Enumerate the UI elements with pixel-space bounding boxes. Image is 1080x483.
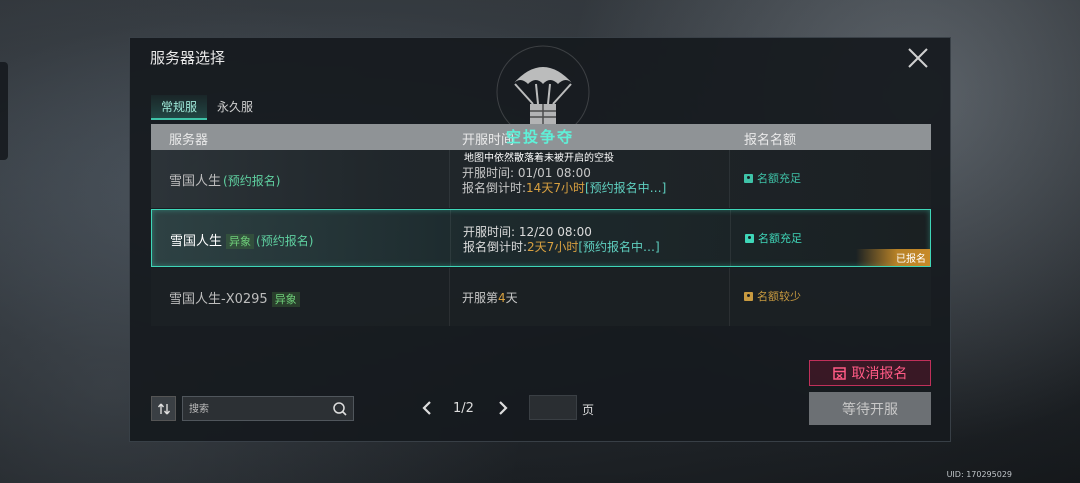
quota-cell: 名额充足 xyxy=(745,230,802,246)
countdown-line: 报名倒计时:2天7小时[预约报名中…] xyxy=(463,238,660,255)
quota-cell: 名额充足 xyxy=(744,170,801,186)
anomaly-tag: 异象 xyxy=(271,292,300,307)
countdown-status: [预约报名中…] xyxy=(578,240,660,254)
column-divider xyxy=(449,268,450,326)
server-name-cell: 雪国人生 异象 (预约报名) xyxy=(170,230,313,249)
search-field[interactable] xyxy=(182,396,354,421)
close-icon[interactable] xyxy=(906,46,930,70)
user-icon xyxy=(745,233,754,243)
search-input[interactable] xyxy=(189,401,329,417)
page-indicator: 1/2 xyxy=(453,401,474,416)
sort-icon xyxy=(157,403,170,414)
open-days-value: 4 xyxy=(498,291,506,305)
server-select-panel: 服务器选择 常规服 永久服 服务器 开服时间 报名名额 空投争夺 雪国人生 (预约… xyxy=(129,37,951,442)
table-row-selected[interactable]: 雪国人生 异象 (预约报名) 开服时间: 12/20 08:00 报名倒计时:2天7… xyxy=(151,209,931,267)
quota-text: 名额较少 xyxy=(757,290,801,303)
quota-cell: 名额较少 xyxy=(744,288,801,304)
user-icon xyxy=(744,173,753,183)
wait-open-button[interactable]: 等待开服 xyxy=(809,392,931,425)
event-description: 地图中依然散落着未被开启的空投 xyxy=(464,153,614,164)
user-id: UID: 170295029 xyxy=(946,470,1012,479)
countdown-value: 2天7小时 xyxy=(527,240,579,254)
countdown-label: 报名倒计时: xyxy=(463,240,528,254)
reserve-tag: (预约报名) xyxy=(256,234,314,248)
countdown-label: 报名倒计时: xyxy=(462,181,527,195)
countdown-status: [预约报名中…] xyxy=(584,181,667,195)
countdown-value: 14天7小时 xyxy=(526,181,585,195)
anomaly-tag: 异象 xyxy=(226,234,255,249)
quota-text: 名额充足 xyxy=(758,232,802,245)
cancel-label: 取消报名 xyxy=(851,366,908,382)
tab-regular[interactable]: 常规服 xyxy=(151,95,208,120)
server-type-tabs: 常规服 永久服 xyxy=(151,95,263,120)
header-quota: 报名名额 xyxy=(744,133,797,148)
server-name-cell: 雪国人生 (预约报名) xyxy=(169,170,280,189)
user-icon xyxy=(744,291,753,301)
server-name: 雪国人生 xyxy=(170,234,223,249)
event-title: 空投争夺 xyxy=(506,128,575,146)
column-divider xyxy=(729,150,730,208)
reserve-tag: (预约报名) xyxy=(223,174,281,188)
cancel-calendar-icon xyxy=(832,366,846,380)
column-divider xyxy=(729,268,730,326)
open-days-line: 开服第4天 xyxy=(462,289,518,306)
panel-title: 服务器选择 xyxy=(150,49,226,67)
table-row[interactable]: 雪国人生-X0295 异象 开服第4天 名额较少 xyxy=(151,268,931,326)
page-number-input[interactable] xyxy=(529,395,577,420)
open-days-prefix: 开服第 xyxy=(462,291,499,305)
column-divider xyxy=(449,150,450,208)
page-label: 页 xyxy=(582,403,595,417)
column-divider xyxy=(730,210,731,266)
chevron-left-icon[interactable] xyxy=(420,400,434,416)
open-days-suffix: 天 xyxy=(505,291,518,305)
countdown-line: 报名倒计时:14天7小时[预约报名中…] xyxy=(462,179,666,196)
side-handle[interactable] xyxy=(0,62,8,160)
sort-button[interactable] xyxy=(151,396,176,421)
quota-text: 名额充足 xyxy=(757,172,801,185)
server-name-cell: 雪国人生-X0295 异象 xyxy=(169,288,300,307)
tab-permanent[interactable]: 永久服 xyxy=(207,95,263,120)
column-divider xyxy=(450,210,451,266)
search-icon[interactable] xyxy=(332,401,348,417)
registered-badge: 已报名 xyxy=(856,249,930,266)
server-name: 雪国人生-X0295 xyxy=(169,292,268,307)
header-server: 服务器 xyxy=(169,133,209,148)
server-name: 雪国人生 xyxy=(169,174,222,189)
chevron-right-icon[interactable] xyxy=(496,400,510,416)
cancel-registration-button[interactable]: 取消报名 xyxy=(809,360,931,386)
